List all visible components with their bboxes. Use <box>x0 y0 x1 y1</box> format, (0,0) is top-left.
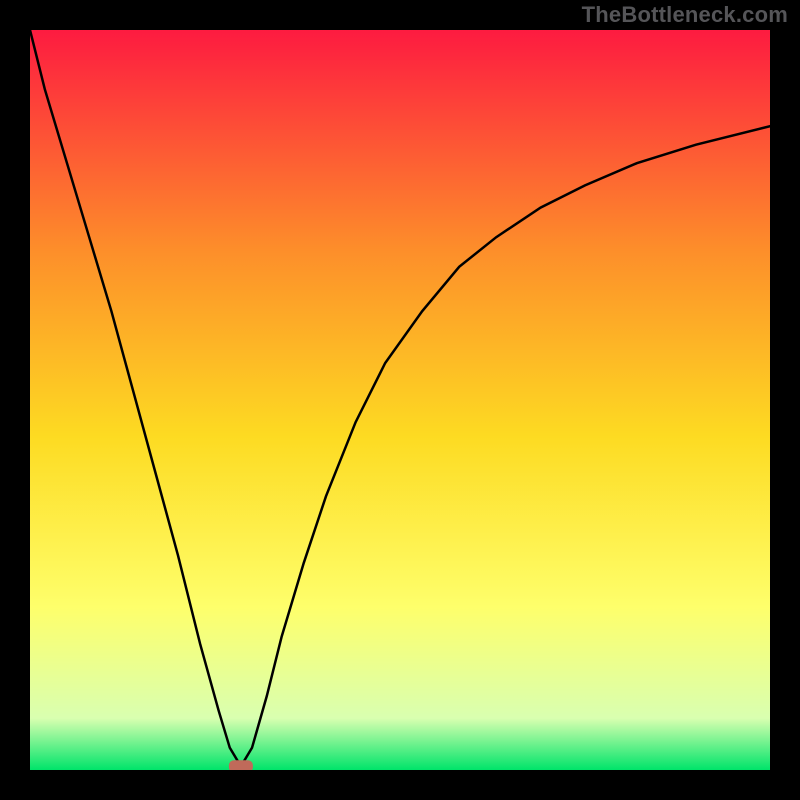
min-marker-icon <box>229 760 253 770</box>
chart-canvas <box>30 30 770 770</box>
outer-black-frame: TheBottleneck.com <box>0 0 800 800</box>
plot-background <box>30 30 770 770</box>
watermark-text: TheBottleneck.com <box>582 2 788 28</box>
